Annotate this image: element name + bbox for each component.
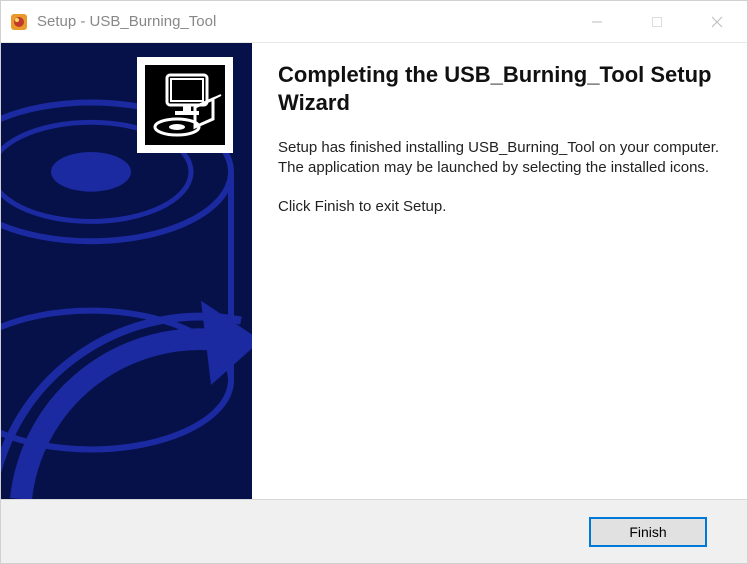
body-paragraph-1: Setup has finished installing USB_Burnin…	[278, 138, 723, 179]
page-heading: Completing the USB_Burning_Tool Setup Wi…	[278, 61, 723, 116]
titlebar: Setup - USB_Burning_Tool	[1, 1, 747, 43]
main-panel: Completing the USB_Burning_Tool Setup Wi…	[252, 43, 747, 499]
computer-icon	[137, 57, 233, 153]
setup-window: Setup - USB_Burning_Tool	[0, 0, 748, 564]
wizard-banner	[1, 43, 252, 499]
close-button[interactable]	[687, 1, 747, 42]
app-icon	[9, 12, 29, 32]
content-area: Completing the USB_Burning_Tool Setup Wi…	[1, 43, 747, 499]
window-title: Setup - USB_Burning_Tool	[37, 13, 567, 30]
finish-button[interactable]: Finish	[589, 517, 707, 547]
minimize-button[interactable]	[567, 1, 627, 42]
body-paragraph-2: Click Finish to exit Setup.	[278, 197, 723, 217]
window-controls	[567, 1, 747, 42]
maximize-button	[627, 1, 687, 42]
footer: Finish	[1, 499, 747, 563]
